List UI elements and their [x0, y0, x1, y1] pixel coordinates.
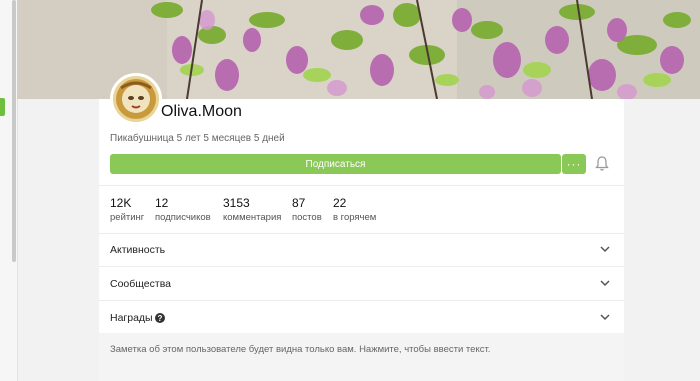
- stat-comments-value[interactable]: 3153: [223, 196, 250, 210]
- subscribe-button[interactable]: Подписаться: [110, 154, 561, 174]
- stat-rating-label: рейтинг: [110, 212, 145, 223]
- stat-rating-value: 12K: [110, 196, 132, 210]
- stat-hot-label[interactable]: в горячем: [333, 212, 376, 223]
- stat-subscribers-label[interactable]: подписчиков: [155, 212, 211, 223]
- divider: [99, 300, 624, 301]
- section-awards-title[interactable]: Награды: [110, 312, 153, 324]
- help-icon[interactable]: ?: [155, 313, 165, 323]
- divider: [99, 266, 624, 267]
- avatar[interactable]: [110, 73, 162, 125]
- stat-subscribers-value[interactable]: 12: [155, 196, 168, 210]
- user-note-text[interactable]: Заметка об этом пользователе будет видна…: [110, 344, 490, 355]
- section-activity-title[interactable]: Активность: [110, 244, 165, 256]
- stat-posts-value[interactable]: 87: [292, 196, 305, 210]
- member-since: Пикабушница 5 лет 5 месяцев 5 дней: [110, 133, 285, 144]
- divider: [99, 185, 624, 186]
- stat-posts-label[interactable]: постов: [292, 212, 322, 223]
- chevron-down-icon[interactable]: [600, 314, 610, 321]
- user-note-area[interactable]: [99, 333, 624, 381]
- stat-hot-value[interactable]: 22: [333, 196, 346, 210]
- left-scrollbar[interactable]: [12, 0, 16, 262]
- chevron-down-icon[interactable]: [600, 280, 610, 287]
- divider: [99, 233, 624, 234]
- section-communities-title[interactable]: Сообщества: [110, 278, 171, 290]
- username: Oliva.Moon: [161, 103, 242, 120]
- more-options-button[interactable]: ···: [562, 154, 586, 174]
- left-active-marker: [0, 98, 5, 116]
- stat-comments-label[interactable]: комментария: [223, 212, 281, 223]
- chevron-down-icon[interactable]: [600, 246, 610, 253]
- bell-icon[interactable]: [595, 156, 609, 172]
